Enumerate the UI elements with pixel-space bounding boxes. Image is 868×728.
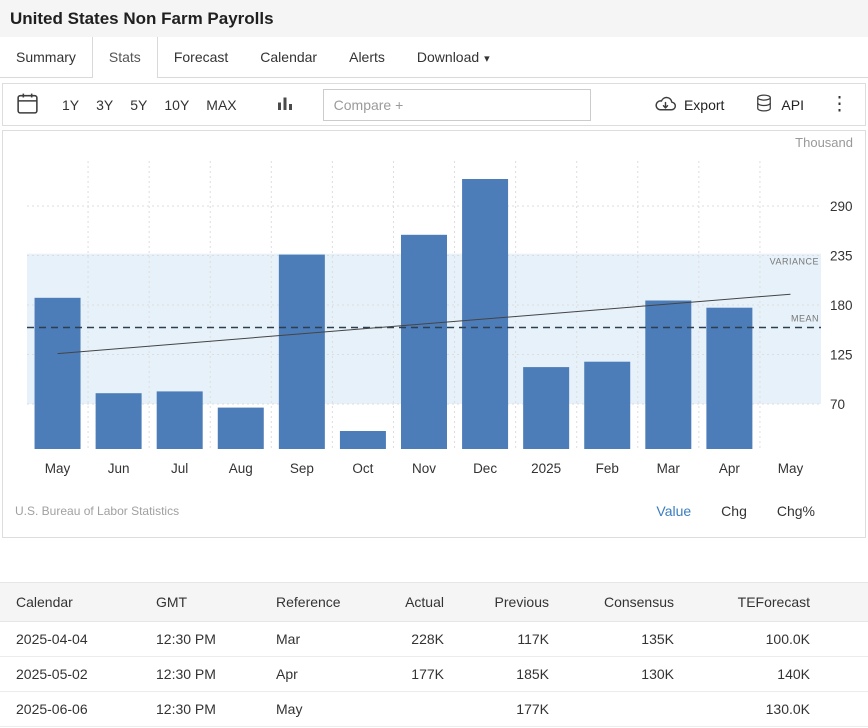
chart-toolbar: 1Y 3Y 5Y 10Y MAX Export bbox=[2, 83, 866, 126]
col-header-reference: Reference bbox=[260, 583, 370, 622]
table-header-row: Calendar GMT Reference Actual Previous C… bbox=[0, 583, 868, 622]
cell-previous: 185K bbox=[460, 657, 565, 692]
svg-text:125: 125 bbox=[830, 348, 853, 363]
tab-label: Calendar bbox=[260, 49, 317, 65]
cell-teforecast: 140K bbox=[690, 657, 868, 692]
chart-footer: U.S. Bureau of Labor Statistics Value Ch… bbox=[9, 497, 859, 519]
svg-text:Nov: Nov bbox=[412, 461, 436, 476]
range-1y[interactable]: 1Y bbox=[62, 97, 79, 113]
range-5y[interactable]: 5Y bbox=[130, 97, 147, 113]
tab-label: Stats bbox=[109, 49, 141, 65]
mode-chg-pct[interactable]: Chg% bbox=[777, 503, 815, 519]
col-header-gmt: GMT bbox=[140, 583, 260, 622]
mode-chg[interactable]: Chg bbox=[721, 503, 747, 519]
table-row: 2025-05-02 12:30 PM Apr 177K 185K 130K 1… bbox=[0, 657, 868, 692]
cell-reference: May bbox=[260, 692, 370, 727]
col-header-teforecast: TEForecast bbox=[690, 583, 868, 622]
y-axis-unit-label: Thousand bbox=[9, 135, 859, 153]
table-row: 2025-04-04 12:30 PM Mar 228K 117K 135K 1… bbox=[0, 622, 868, 657]
range-max[interactable]: MAX bbox=[206, 97, 236, 113]
svg-text:180: 180 bbox=[830, 298, 853, 313]
svg-text:VARIANCE: VARIANCE bbox=[770, 257, 819, 267]
title-bar: United States Non Farm Payrolls bbox=[0, 0, 868, 37]
chart-type-button[interactable] bbox=[275, 93, 295, 116]
cell-gmt: 12:30 PM bbox=[140, 622, 260, 657]
col-header-actual: Actual bbox=[370, 583, 460, 622]
releases-table-section: Calendar GMT Reference Actual Previous C… bbox=[0, 582, 868, 727]
cell-calendar: 2025-06-06 bbox=[0, 692, 140, 727]
svg-text:Feb: Feb bbox=[596, 461, 619, 476]
releases-table: Calendar GMT Reference Actual Previous C… bbox=[0, 582, 868, 727]
col-header-consensus: Consensus bbox=[565, 583, 690, 622]
compare-input[interactable] bbox=[323, 89, 591, 121]
range-3y[interactable]: 3Y bbox=[96, 97, 113, 113]
caret-down-icon: ▾ bbox=[484, 53, 490, 65]
svg-text:Jul: Jul bbox=[171, 461, 188, 476]
svg-text:Jun: Jun bbox=[108, 461, 130, 476]
cell-consensus: 130K bbox=[565, 657, 690, 692]
tab-calendar[interactable]: Calendar bbox=[244, 37, 333, 77]
cell-teforecast: 130.0K bbox=[690, 692, 868, 727]
api-label: API bbox=[781, 97, 804, 113]
cell-gmt: 12:30 PM bbox=[140, 692, 260, 727]
cell-previous: 117K bbox=[460, 622, 565, 657]
svg-text:Dec: Dec bbox=[473, 461, 497, 476]
tab-bar: Summary Stats Forecast Calendar Alerts D… bbox=[0, 37, 868, 78]
cell-consensus: 135K bbox=[565, 622, 690, 657]
col-header-calendar: Calendar bbox=[0, 583, 140, 622]
export-label: Export bbox=[684, 97, 724, 113]
tab-forecast[interactable]: Forecast bbox=[158, 37, 244, 77]
database-icon bbox=[754, 92, 774, 117]
cell-calendar: 2025-05-02 bbox=[0, 657, 140, 692]
svg-text:May: May bbox=[45, 461, 71, 476]
cell-reference: Apr bbox=[260, 657, 370, 692]
tab-stats[interactable]: Stats bbox=[92, 37, 158, 78]
table-row: 2025-06-06 12:30 PM May 177K 130.0K bbox=[0, 692, 868, 727]
svg-text:Sep: Sep bbox=[290, 461, 314, 476]
svg-text:290: 290 bbox=[830, 199, 853, 214]
page-title: United States Non Farm Payrolls bbox=[10, 9, 858, 29]
svg-text:235: 235 bbox=[830, 249, 853, 264]
svg-text:MEAN: MEAN bbox=[791, 314, 819, 324]
date-range-picker-button[interactable] bbox=[15, 91, 40, 119]
svg-text:Aug: Aug bbox=[229, 461, 253, 476]
chart-mode-switch: Value Chg Chg% bbox=[656, 503, 815, 519]
svg-text:Apr: Apr bbox=[719, 461, 741, 476]
cell-actual bbox=[370, 692, 460, 727]
svg-text:Mar: Mar bbox=[657, 461, 681, 476]
bar-chart-icon bbox=[275, 93, 295, 116]
cell-consensus bbox=[565, 692, 690, 727]
more-options-icon[interactable]: ⋮ bbox=[830, 95, 849, 114]
tab-download[interactable]: Download ▾ bbox=[401, 37, 506, 77]
cloud-download-icon bbox=[654, 92, 677, 118]
cell-calendar: 2025-04-04 bbox=[0, 622, 140, 657]
mode-value[interactable]: Value bbox=[656, 503, 691, 519]
range-10y[interactable]: 10Y bbox=[164, 97, 189, 113]
col-header-previous: Previous bbox=[460, 583, 565, 622]
cell-gmt: 12:30 PM bbox=[140, 657, 260, 692]
range-selector: 1Y 3Y 5Y 10Y MAX bbox=[62, 97, 237, 113]
tab-label: Summary bbox=[16, 49, 76, 65]
tab-summary[interactable]: Summary bbox=[0, 37, 92, 77]
tab-label: Download bbox=[417, 49, 479, 65]
chart-panel: Thousand 70 125 180 235 290 VARIANCE MEAN May Ju… bbox=[2, 130, 866, 538]
cell-actual: 228K bbox=[370, 622, 460, 657]
cell-reference: Mar bbox=[260, 622, 370, 657]
calendar-icon bbox=[15, 91, 40, 119]
cell-previous: 177K bbox=[460, 692, 565, 727]
cell-actual: 177K bbox=[370, 657, 460, 692]
tab-label: Forecast bbox=[174, 49, 228, 65]
tab-label: Alerts bbox=[349, 49, 385, 65]
svg-text:2025: 2025 bbox=[531, 461, 561, 476]
svg-text:70: 70 bbox=[830, 397, 845, 412]
svg-text:May: May bbox=[778, 461, 804, 476]
data-source-label: U.S. Bureau of Labor Statistics bbox=[15, 504, 179, 518]
cell-teforecast: 100.0K bbox=[690, 622, 868, 657]
tab-alerts[interactable]: Alerts bbox=[333, 37, 401, 77]
api-button[interactable]: API bbox=[754, 92, 804, 117]
payrolls-chart[interactable]: 70 125 180 235 290 VARIANCE MEAN May Jun Jul Aug Se… bbox=[9, 153, 859, 497]
svg-text:Oct: Oct bbox=[352, 461, 373, 476]
export-button[interactable]: Export bbox=[654, 92, 724, 118]
